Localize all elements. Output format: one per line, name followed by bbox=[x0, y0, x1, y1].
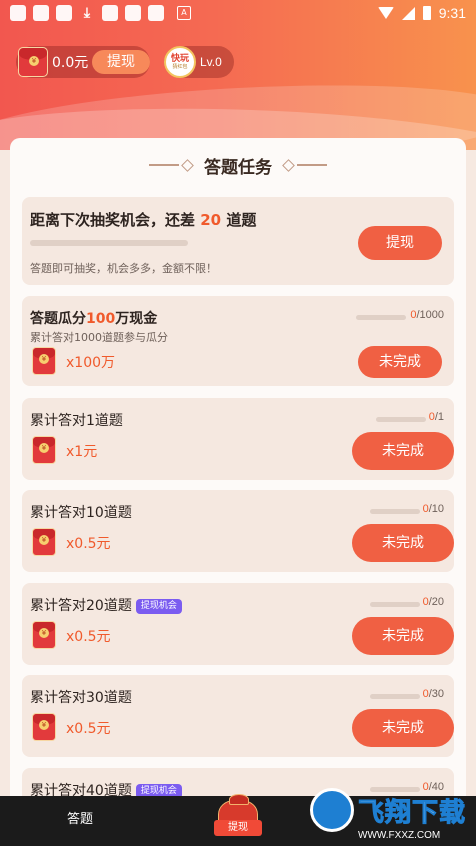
lottery-title: 距离下次抽奖机会，还差 20 道题 bbox=[30, 211, 257, 229]
red-envelope-icon: ¥ bbox=[32, 621, 56, 649]
task-progress-text: 0/1 bbox=[428, 411, 444, 423]
nav-withdraw-label: 提现 bbox=[214, 820, 262, 836]
lottery-subtitle: 答题即可抽奖，机会多多，金额不限！ bbox=[30, 262, 217, 275]
task-title: 累计答对20道题 提现机会 bbox=[30, 595, 182, 615]
watermark-text: 飞翔下载 bbox=[357, 798, 467, 829]
red-envelope-icon: ¥ bbox=[32, 528, 56, 556]
task-card: 答题瓜分100万现金 累计答对1000道题参与瓜分 0/1000 ¥ x100万… bbox=[22, 296, 454, 386]
task-reward: x100万 bbox=[66, 355, 116, 371]
lottery-card: 距离下次抽奖机会，还差 20 道题 答题即可抽奖，机会多多，金额不限！ 提现 bbox=[22, 197, 454, 285]
task-progress-text: 0/1000 bbox=[410, 309, 444, 321]
task-progress-text: 0/30 bbox=[422, 688, 444, 700]
task-status-button[interactable]: 未完成 bbox=[352, 617, 454, 655]
task-progress-text: 0/20 bbox=[422, 596, 444, 608]
title-decoration-left bbox=[149, 158, 194, 172]
task-status-button[interactable]: 未完成 bbox=[352, 709, 454, 747]
level-label: Lv.0 bbox=[200, 55, 222, 69]
task-progress-bar bbox=[370, 509, 420, 514]
signal-icon bbox=[401, 6, 415, 20]
task-panel: 答题任务 距离下次抽奖机会，还差 20 道题 答题即可抽奖，机会多多，金额不限！… bbox=[10, 138, 466, 838]
notification-icon bbox=[148, 5, 164, 21]
level-badge-icon: 快玩 猜红包 bbox=[164, 46, 196, 78]
red-envelope-icon: ¥ bbox=[32, 347, 56, 375]
task-reward: x0.5元 bbox=[66, 721, 111, 737]
lottery-withdraw-button[interactable]: 提现 bbox=[358, 226, 442, 260]
task-card: 累计答对20道题 提现机会 0/20 ¥ x0.5元 未完成 bbox=[22, 583, 454, 665]
task-reward: x0.5元 bbox=[66, 629, 111, 645]
watermark: 飞翔下载 WWW.FXXZ.COM bbox=[310, 786, 476, 846]
panel-header: 答题任务 bbox=[10, 152, 466, 178]
lottery-remaining: 20 bbox=[200, 211, 222, 229]
task-status-button[interactable]: 未完成 bbox=[352, 432, 454, 470]
clock: 9:31 bbox=[438, 5, 466, 21]
red-envelope-icon: ¥ bbox=[18, 47, 48, 77]
task-progress-bar bbox=[370, 694, 420, 699]
notification-icon bbox=[102, 5, 118, 21]
status-bar: ⤓ A 9:31 bbox=[0, 0, 476, 26]
red-envelope-icon: ¥ bbox=[32, 713, 56, 741]
download-icon: ⤓ bbox=[83, 5, 91, 21]
task-status-button[interactable]: 未完成 bbox=[358, 346, 442, 378]
task-progress-bar bbox=[370, 602, 420, 607]
task-progress-bar bbox=[356, 315, 406, 320]
notification-icon bbox=[33, 5, 49, 21]
notification-icon bbox=[10, 5, 26, 21]
withdraw-button[interactable]: 提现 bbox=[92, 50, 150, 74]
task-title: 累计答对30道题 bbox=[30, 690, 132, 706]
balance-amount: 0.0元 bbox=[52, 55, 89, 71]
red-envelope-icon: ¥ bbox=[32, 436, 56, 464]
task-reward: x1元 bbox=[66, 444, 98, 460]
task-card: 累计答对30道题 0/30 ¥ x0.5元 未完成 bbox=[22, 675, 454, 757]
task-status-button[interactable]: 未完成 bbox=[352, 524, 454, 562]
watermark-logo-icon bbox=[310, 788, 354, 832]
nav-tab-withdraw[interactable]: 提现 bbox=[212, 794, 264, 844]
task-card: 累计答对1道题 0/1 ¥ x1元 未完成 bbox=[22, 398, 454, 480]
notification-icon bbox=[125, 5, 141, 21]
title-decoration-right bbox=[282, 158, 327, 172]
notification-icon bbox=[56, 5, 72, 21]
task-title: 累计答对10道题 bbox=[30, 505, 132, 521]
lottery-progress-bar bbox=[30, 240, 188, 246]
balance-pill[interactable]: ¥ 0.0元 提现 bbox=[16, 46, 150, 78]
watermark-url: WWW.FXXZ.COM bbox=[358, 830, 441, 841]
withdraw-chance-tag: 提现机会 bbox=[135, 599, 182, 614]
task-card: 累计答对10道题 0/10 ¥ x0.5元 未完成 bbox=[22, 490, 454, 572]
task-reward: x0.5元 bbox=[66, 536, 111, 552]
task-title: 累计答对1道题 bbox=[30, 413, 123, 429]
task-progress-text: 0/10 bbox=[422, 503, 444, 515]
a-box-icon: A bbox=[177, 6, 191, 20]
panel-title: 答题任务 bbox=[204, 157, 272, 178]
task-title: 答题瓜分100万现金 bbox=[30, 311, 158, 327]
nav-tab-quiz[interactable]: 答题 bbox=[40, 808, 120, 827]
battery-icon bbox=[422, 6, 431, 20]
wifi-icon bbox=[377, 7, 394, 19]
level-pill[interactable]: 快玩 猜红包 Lv.0 bbox=[164, 46, 234, 78]
task-description: 累计答对1000道题参与瓜分 bbox=[30, 331, 168, 344]
task-progress-bar bbox=[376, 417, 426, 422]
